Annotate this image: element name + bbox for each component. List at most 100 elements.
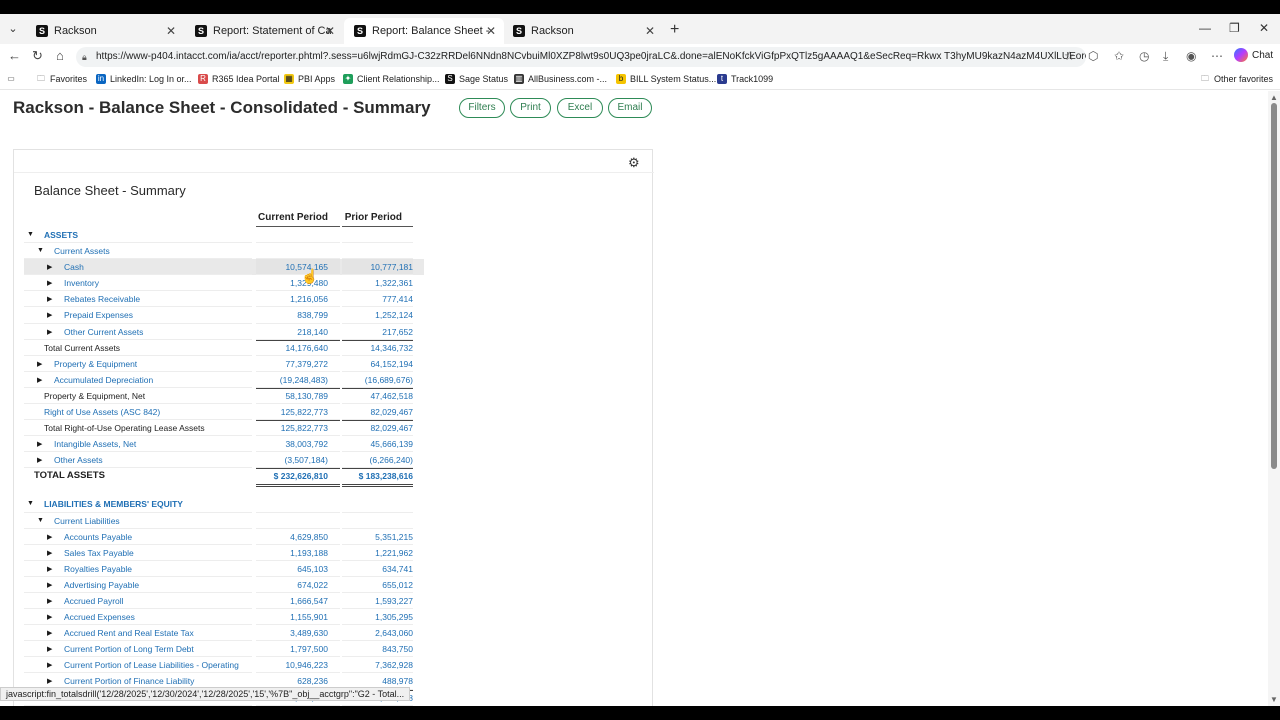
expand-triangle-icon[interactable]: ▶: [37, 376, 42, 384]
current-period-value[interactable]: 4,629,850: [256, 532, 328, 542]
report-row[interactable]: ▶ Other Assets (3,507,184) (6,266,240): [24, 452, 424, 469]
favorites-icon[interactable]: ✩: [1114, 49, 1124, 63]
prior-period-value[interactable]: 1,322,361: [341, 278, 413, 288]
expand-triangle-icon[interactable]: ▶: [47, 533, 52, 541]
prior-period-value[interactable]: 1,593,227: [341, 596, 413, 606]
prior-period-value[interactable]: 655,012: [341, 580, 413, 590]
row-label[interactable]: Sales Tax Payable: [64, 548, 134, 558]
row-label[interactable]: Royalties Payable: [64, 564, 132, 574]
scroll-down-arrow-icon[interactable]: ▼: [1270, 695, 1278, 704]
close-window-icon[interactable]: ✕: [1259, 21, 1269, 35]
current-period-value[interactable]: 1,216,056: [256, 294, 328, 304]
expand-triangle-icon[interactable]: ▶: [47, 613, 52, 621]
prior-period-value[interactable]: $ 183,238,616: [341, 471, 413, 481]
copilot-chat-button[interactable]: Chat: [1234, 48, 1273, 62]
report-row[interactable]: ▶ Prepaid Expenses 838,799 1,252,124: [24, 307, 424, 324]
expand-triangle-icon[interactable]: ▶: [47, 629, 52, 637]
row-label[interactable]: ASSETS: [44, 230, 78, 240]
row-label[interactable]: Prepaid Expenses: [64, 310, 133, 320]
current-period-value[interactable]: 38,003,792: [256, 439, 328, 449]
current-period-value[interactable]: 838,799: [256, 310, 328, 320]
report-row[interactable]: ▶ Accounts Payable 4,629,850 5,351,215: [24, 529, 424, 545]
email-button[interactable]: Email: [608, 98, 652, 118]
close-tab-icon[interactable]: ✕: [645, 24, 655, 38]
row-label[interactable]: Accounts Payable: [64, 532, 132, 542]
report-row[interactable]: ▶ Property & Equipment 77,379,272 64,152,19…: [24, 356, 424, 372]
report-row[interactable]: ▶ Rebates Receivable 1,216,056 777,414: [24, 291, 424, 308]
prior-period-value[interactable]: 488,978: [341, 676, 413, 686]
expand-triangle-icon[interactable]: ▶: [47, 581, 52, 589]
restore-icon[interactable]: ❐: [1229, 21, 1240, 35]
collapse-triangle-icon[interactable]: ▼: [27, 231, 34, 238]
prior-period-value[interactable]: 1,221,962: [341, 548, 413, 558]
tab-cash-flows[interactable]: S Report: Statement of Cash Flows ✕: [185, 18, 343, 44]
current-period-value[interactable]: 125,822,773: [256, 407, 328, 417]
excel-button[interactable]: Excel: [557, 98, 603, 118]
favorite-pbi-apps[interactable]: ▦ PBI Apps: [284, 74, 335, 84]
expand-triangle-icon[interactable]: ▶: [47, 597, 52, 605]
tab-rackson-2[interactable]: S Rackson ✕: [503, 18, 663, 44]
report-row[interactable]: ▶ Sales Tax Payable 1,193,188 1,221,962: [24, 545, 424, 561]
prior-period-value[interactable]: 5,351,215: [341, 532, 413, 542]
expand-triangle-icon[interactable]: ▶: [47, 311, 52, 319]
current-period-value[interactable]: 125,822,773: [256, 423, 328, 433]
favorite-allbusiness[interactable]: ▥ AllBusiness.com -...: [514, 74, 607, 84]
row-label[interactable]: Other Current Assets: [64, 327, 143, 337]
prior-period-value[interactable]: 10,777,181: [341, 262, 413, 272]
expand-triangle-icon[interactable]: ▶: [37, 360, 42, 368]
row-label[interactable]: Advertising Payable: [64, 580, 139, 590]
report-row[interactable]: ▶ Accumulated Depreciation (19,248,483) (16…: [24, 372, 424, 388]
prior-period-value[interactable]: 47,462,518: [341, 391, 413, 401]
filters-button[interactable]: Filters: [459, 98, 505, 118]
expand-triangle-icon[interactable]: ▶: [47, 328, 52, 336]
collapse-triangle-icon[interactable]: ▼: [37, 517, 44, 524]
favorite-sage-status[interactable]: S Sage Status: [445, 74, 508, 84]
current-period-value[interactable]: 3,489,630: [256, 628, 328, 638]
row-label[interactable]: Cash: [64, 262, 84, 272]
prior-period-value[interactable]: 1,252,124: [341, 310, 413, 320]
row-label[interactable]: Property & Equipment: [54, 359, 137, 369]
close-tab-icon[interactable]: ✕: [166, 24, 176, 38]
row-label[interactable]: Current Assets: [54, 246, 110, 256]
close-tab-icon[interactable]: ✕: [486, 24, 496, 38]
other-favorites-folder[interactable]: 🗀︎ Other favorites: [1200, 74, 1273, 84]
expand-triangle-icon[interactable]: ▶: [47, 549, 52, 557]
current-period-value[interactable]: 10,946,223: [256, 660, 328, 670]
favorite-bill-status[interactable]: b BILL System Status...: [616, 74, 716, 84]
row-label[interactable]: Other Assets: [54, 455, 103, 465]
expand-triangle-icon[interactable]: ▶: [47, 279, 52, 287]
current-period-value[interactable]: 77,379,272: [256, 359, 328, 369]
row-label[interactable]: Accrued Payroll: [64, 596, 124, 606]
prior-period-value[interactable]: 64,152,194: [341, 359, 413, 369]
row-label[interactable]: Current Portion of Lease Liabilities - O…: [64, 660, 239, 670]
report-row[interactable]: ▼ Current Assets: [24, 243, 424, 260]
minimize-icon[interactable]: —: [1199, 21, 1211, 35]
prior-period-value[interactable]: (6,266,240): [341, 455, 413, 465]
report-row[interactable]: ▶ Intangible Assets, Net 38,003,792 45,666,…: [24, 436, 424, 453]
reading-view-icon[interactable]: ▭: [6, 74, 20, 84]
current-period-value[interactable]: (19,248,483): [256, 375, 328, 385]
expand-triangle-icon[interactable]: ▶: [47, 645, 52, 653]
current-period-value[interactable]: 58,130,789: [256, 391, 328, 401]
row-label[interactable]: Current Portion of Finance Liability: [64, 676, 194, 686]
scroll-up-arrow-icon[interactable]: ▲: [1270, 93, 1278, 102]
current-period-value[interactable]: 628,236: [256, 676, 328, 686]
row-label[interactable]: Intangible Assets, Net: [54, 439, 136, 449]
report-row[interactable]: Right of Use Assets (ASC 842) 125,822,773…: [24, 404, 424, 421]
current-period-value[interactable]: $ 232,626,810: [256, 471, 328, 481]
report-row[interactable]: ▶ Advertising Payable 674,022 655,012: [24, 577, 424, 593]
downloads-icon[interactable]: ⤓: [1163, 49, 1168, 64]
current-period-value[interactable]: 1,666,547: [256, 596, 328, 606]
expand-triangle-icon[interactable]: ▶: [47, 677, 52, 685]
prior-period-value[interactable]: 217,652: [341, 327, 413, 337]
prior-period-value[interactable]: 2,643,060: [341, 628, 413, 638]
collapse-triangle-icon[interactable]: ▼: [37, 247, 44, 254]
new-tab-plus-icon[interactable]: +: [670, 21, 679, 39]
current-period-value[interactable]: (3,507,184): [256, 455, 328, 465]
profile-avatar-icon[interactable]: ◉: [1186, 49, 1196, 63]
expand-triangle-icon[interactable]: ▶: [37, 440, 42, 448]
row-label[interactable]: Accrued Expenses: [64, 612, 135, 622]
row-label[interactable]: Rebates Receivable: [64, 294, 140, 304]
row-label[interactable]: Current Portion of Long Term Debt: [64, 644, 194, 654]
prior-period-value[interactable]: (16,689,676): [341, 375, 413, 385]
